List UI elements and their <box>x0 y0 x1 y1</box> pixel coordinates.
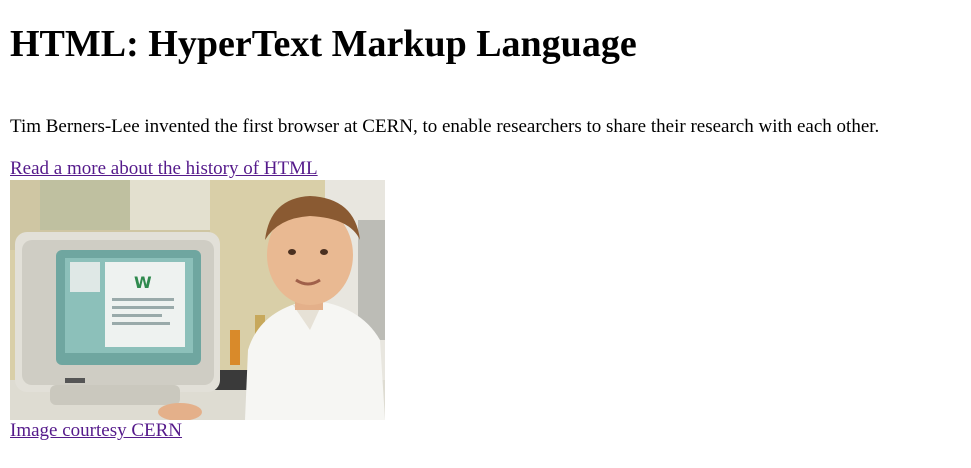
page-title: HTML: HyperText Markup Language <box>10 23 637 65</box>
page-content: HTML: HyperText Markup Language Tim Bern… <box>0 0 971 442</box>
image-credit-link[interactable]: Image courtesy CERN <box>10 420 192 442</box>
history-link[interactable]: Read a more about the history of HTML <box>10 158 333 180</box>
intro-paragraph: Tim Berners-Lee invented the first brows… <box>10 116 880 137</box>
svg-text:W: W <box>134 273 152 292</box>
tim-berners-lee-photo: W <box>10 180 385 420</box>
